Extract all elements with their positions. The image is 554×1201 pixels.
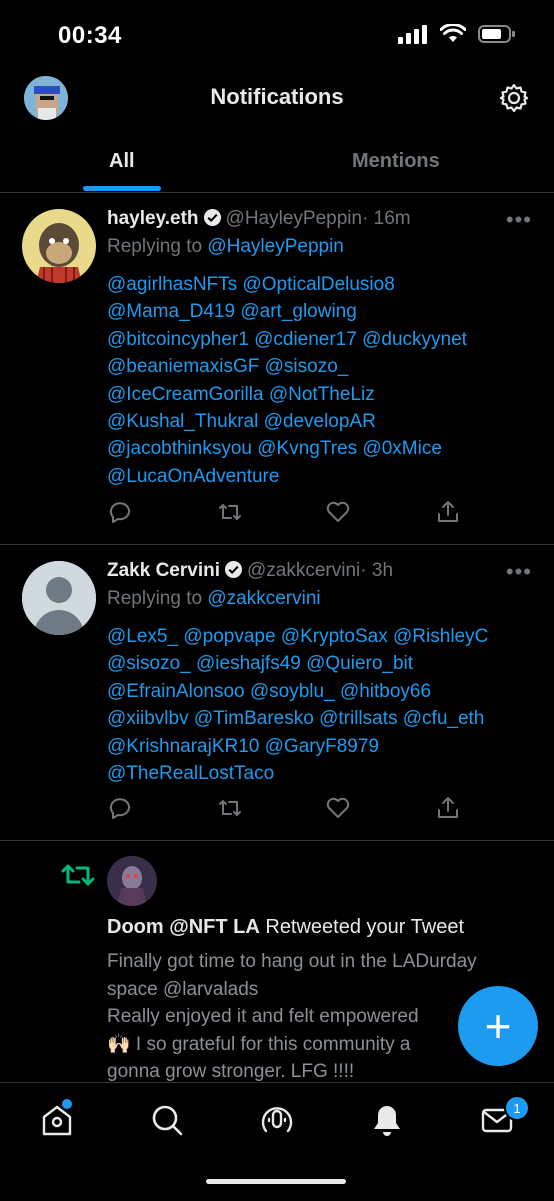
replying-to-mention[interactable]: @HayleyPeppin bbox=[207, 236, 344, 257]
home-indicator bbox=[206, 1179, 346, 1184]
retweet-icon[interactable] bbox=[217, 795, 243, 821]
status-icons bbox=[398, 24, 516, 44]
settings-gear-icon[interactable] bbox=[498, 82, 530, 114]
author-name[interactable]: Zakk Cervini bbox=[107, 560, 220, 581]
more-options-icon[interactable]: ••• bbox=[506, 559, 532, 585]
tab-bar: All Mentions bbox=[0, 130, 554, 193]
spaces-icon[interactable] bbox=[258, 1101, 296, 1139]
compose-tweet-button[interactable]: + bbox=[458, 986, 538, 1066]
more-options-icon[interactable]: ••• bbox=[506, 207, 532, 233]
verified-badge-icon bbox=[224, 560, 243, 579]
replying-prefix: Replying to bbox=[107, 588, 208, 609]
retweet-summary: Doom @NFT LA Retweeted your Tweet bbox=[107, 916, 464, 939]
tweet-time: · 3h bbox=[360, 560, 394, 581]
signal-icon bbox=[398, 25, 427, 44]
tweet-header: Zakk Cervini @zakkcervini· 3h bbox=[107, 557, 534, 585]
active-tab-indicator bbox=[83, 186, 161, 191]
replying-to-mention[interactable]: @zakkcervini bbox=[207, 588, 320, 609]
tweet-actions bbox=[107, 499, 467, 527]
replying-to: Replying to @zakkcervini bbox=[107, 585, 534, 613]
tweet-actions bbox=[107, 795, 467, 823]
tweet-header: hayley.eth @HayleyPeppin· 16m bbox=[107, 205, 534, 233]
tab-mentions[interactable]: Mentions bbox=[352, 150, 440, 173]
status-bar: 00:34 bbox=[0, 0, 554, 70]
status-time: 00:34 bbox=[58, 22, 122, 49]
notification-tweet[interactable]: hayley.eth @HayleyPeppin· 16m Replying to… bbox=[0, 193, 554, 545]
retweet-icon[interactable] bbox=[217, 499, 243, 525]
home-notification-dot bbox=[62, 1099, 72, 1109]
share-icon[interactable] bbox=[435, 795, 461, 821]
wifi-icon bbox=[440, 24, 466, 42]
retweet-icon bbox=[61, 864, 95, 886]
notification-tweet[interactable]: Zakk Cervini @zakkcervini· 3h Replying to… bbox=[0, 545, 554, 841]
page-title: Notifications bbox=[210, 84, 344, 109]
user-avatar[interactable] bbox=[22, 561, 96, 635]
reply-icon[interactable] bbox=[107, 499, 133, 525]
like-heart-icon[interactable] bbox=[325, 499, 351, 525]
user-avatar[interactable] bbox=[22, 209, 96, 283]
author-name[interactable]: hayley.eth bbox=[107, 208, 199, 229]
messages-badge: 1 bbox=[504, 1095, 530, 1121]
retweeter-avatar[interactable] bbox=[107, 856, 157, 906]
battery-icon bbox=[478, 25, 515, 43]
like-heart-icon[interactable] bbox=[325, 795, 351, 821]
author-handle: @zakkcervini bbox=[247, 560, 361, 581]
retweeter-name[interactable]: Doom @NFT LA bbox=[107, 916, 260, 938]
bottom-nav: 1 bbox=[0, 1082, 554, 1201]
notifications-icon[interactable] bbox=[368, 1101, 406, 1139]
reply-icon[interactable] bbox=[107, 795, 133, 821]
search-icon[interactable] bbox=[148, 1101, 186, 1139]
replying-to: Replying to @HayleyPeppin bbox=[107, 233, 534, 261]
share-icon[interactable] bbox=[435, 499, 461, 525]
header: Notifications bbox=[0, 70, 554, 130]
tab-all[interactable]: All bbox=[109, 150, 135, 173]
tweet-text[interactable]: @Lex5_ @popvape @KryptoSax @RishleyC @si… bbox=[107, 623, 534, 787]
verified-badge-icon bbox=[203, 208, 221, 227]
author-handle: @HayleyPeppin bbox=[225, 208, 363, 229]
tweet-text[interactable]: @agirlhasNFTs @OpticalDelusio8 @Mama_D41… bbox=[107, 271, 534, 490]
retweet-action-text: Retweeted your Tweet bbox=[259, 916, 465, 938]
replying-prefix: Replying to bbox=[107, 236, 208, 257]
tweet-time: · 16m bbox=[362, 208, 411, 229]
plus-icon: + bbox=[484, 1000, 512, 1052]
